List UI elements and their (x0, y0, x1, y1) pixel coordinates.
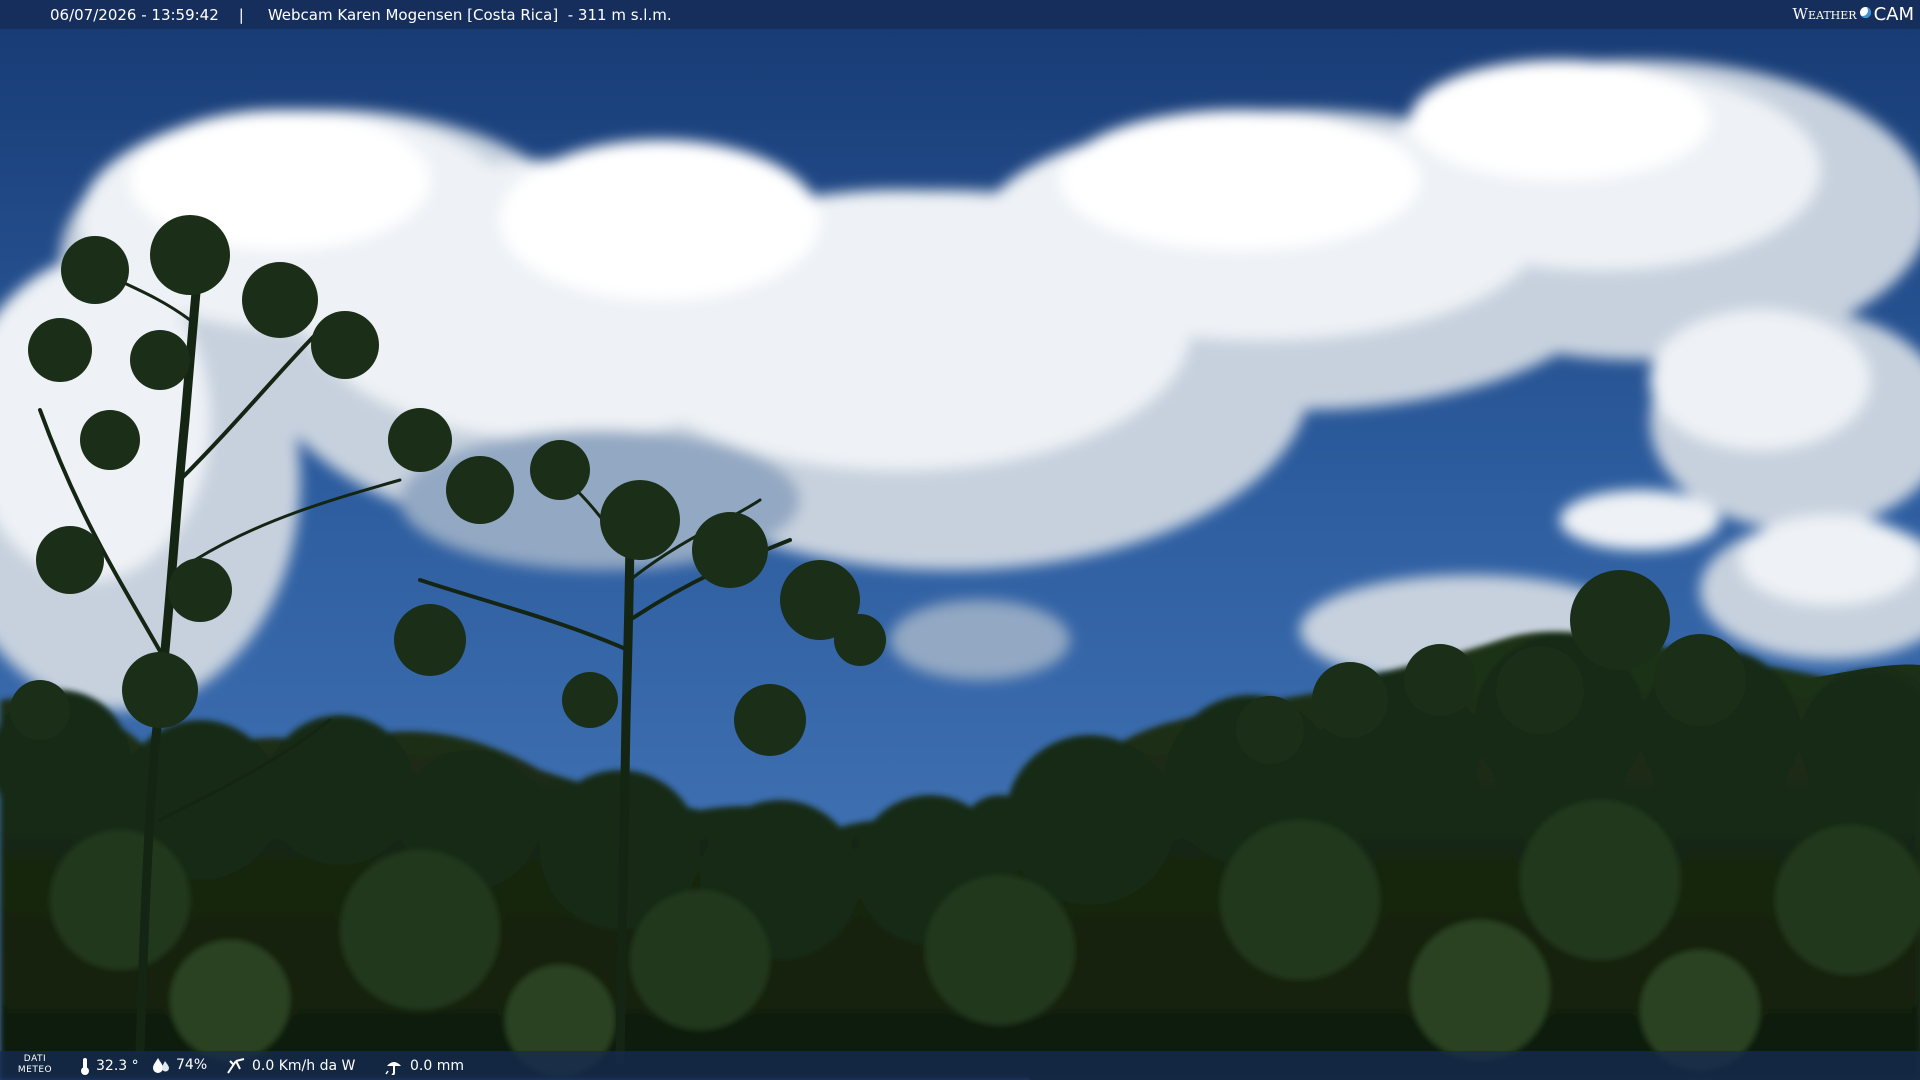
rain-value: 0.0 mm (410, 1058, 464, 1074)
humidity-value: 74% (176, 1057, 208, 1073)
timestamp: 06/07/2026 - 13:59:42 (50, 5, 219, 24)
meteo-label-line1: DATI (23, 1054, 47, 1064)
humidity-drop-icon (153, 1058, 169, 1073)
temperature-readout: 32.3 ° (80, 1057, 139, 1075)
webcam-image (0, 0, 1920, 1080)
top-info-bar: 06/07/2026 - 13:59:42 | Webcam Karen Mog… (0, 0, 1920, 29)
meteo-label-line2: METEO (17, 1065, 53, 1075)
webcam-title: Webcam Karen Mogensen [Costa Rica] - 311… (267, 5, 672, 24)
rain-readout: 0.0 mm (384, 1057, 464, 1075)
meteo-label: DATI METEO (14, 1054, 56, 1076)
wind-value: 0.0 Km/h da W (252, 1058, 356, 1074)
rain-gauge-icon (385, 1062, 401, 1075)
separator: | (238, 5, 244, 24)
logo-weather-text: Weather (1792, 5, 1857, 23)
weathercam-logo: Weather CAM (1793, 2, 1914, 26)
wind-icon (227, 1058, 245, 1074)
temperature-value: 32.3 ° (96, 1058, 139, 1074)
humidity-readout: 74% (152, 1057, 207, 1073)
wind-readout: 0.0 Km/h da W (226, 1057, 355, 1075)
logo-globe-icon (1859, 6, 1871, 18)
bottom-meteo-bar: DATI METEO 32.3 ° 74% 0.0 Km/h da W 0.0 … (0, 1051, 1920, 1080)
logo-cam-text: CAM (1873, 3, 1914, 25)
thermometer-icon (81, 1058, 89, 1075)
